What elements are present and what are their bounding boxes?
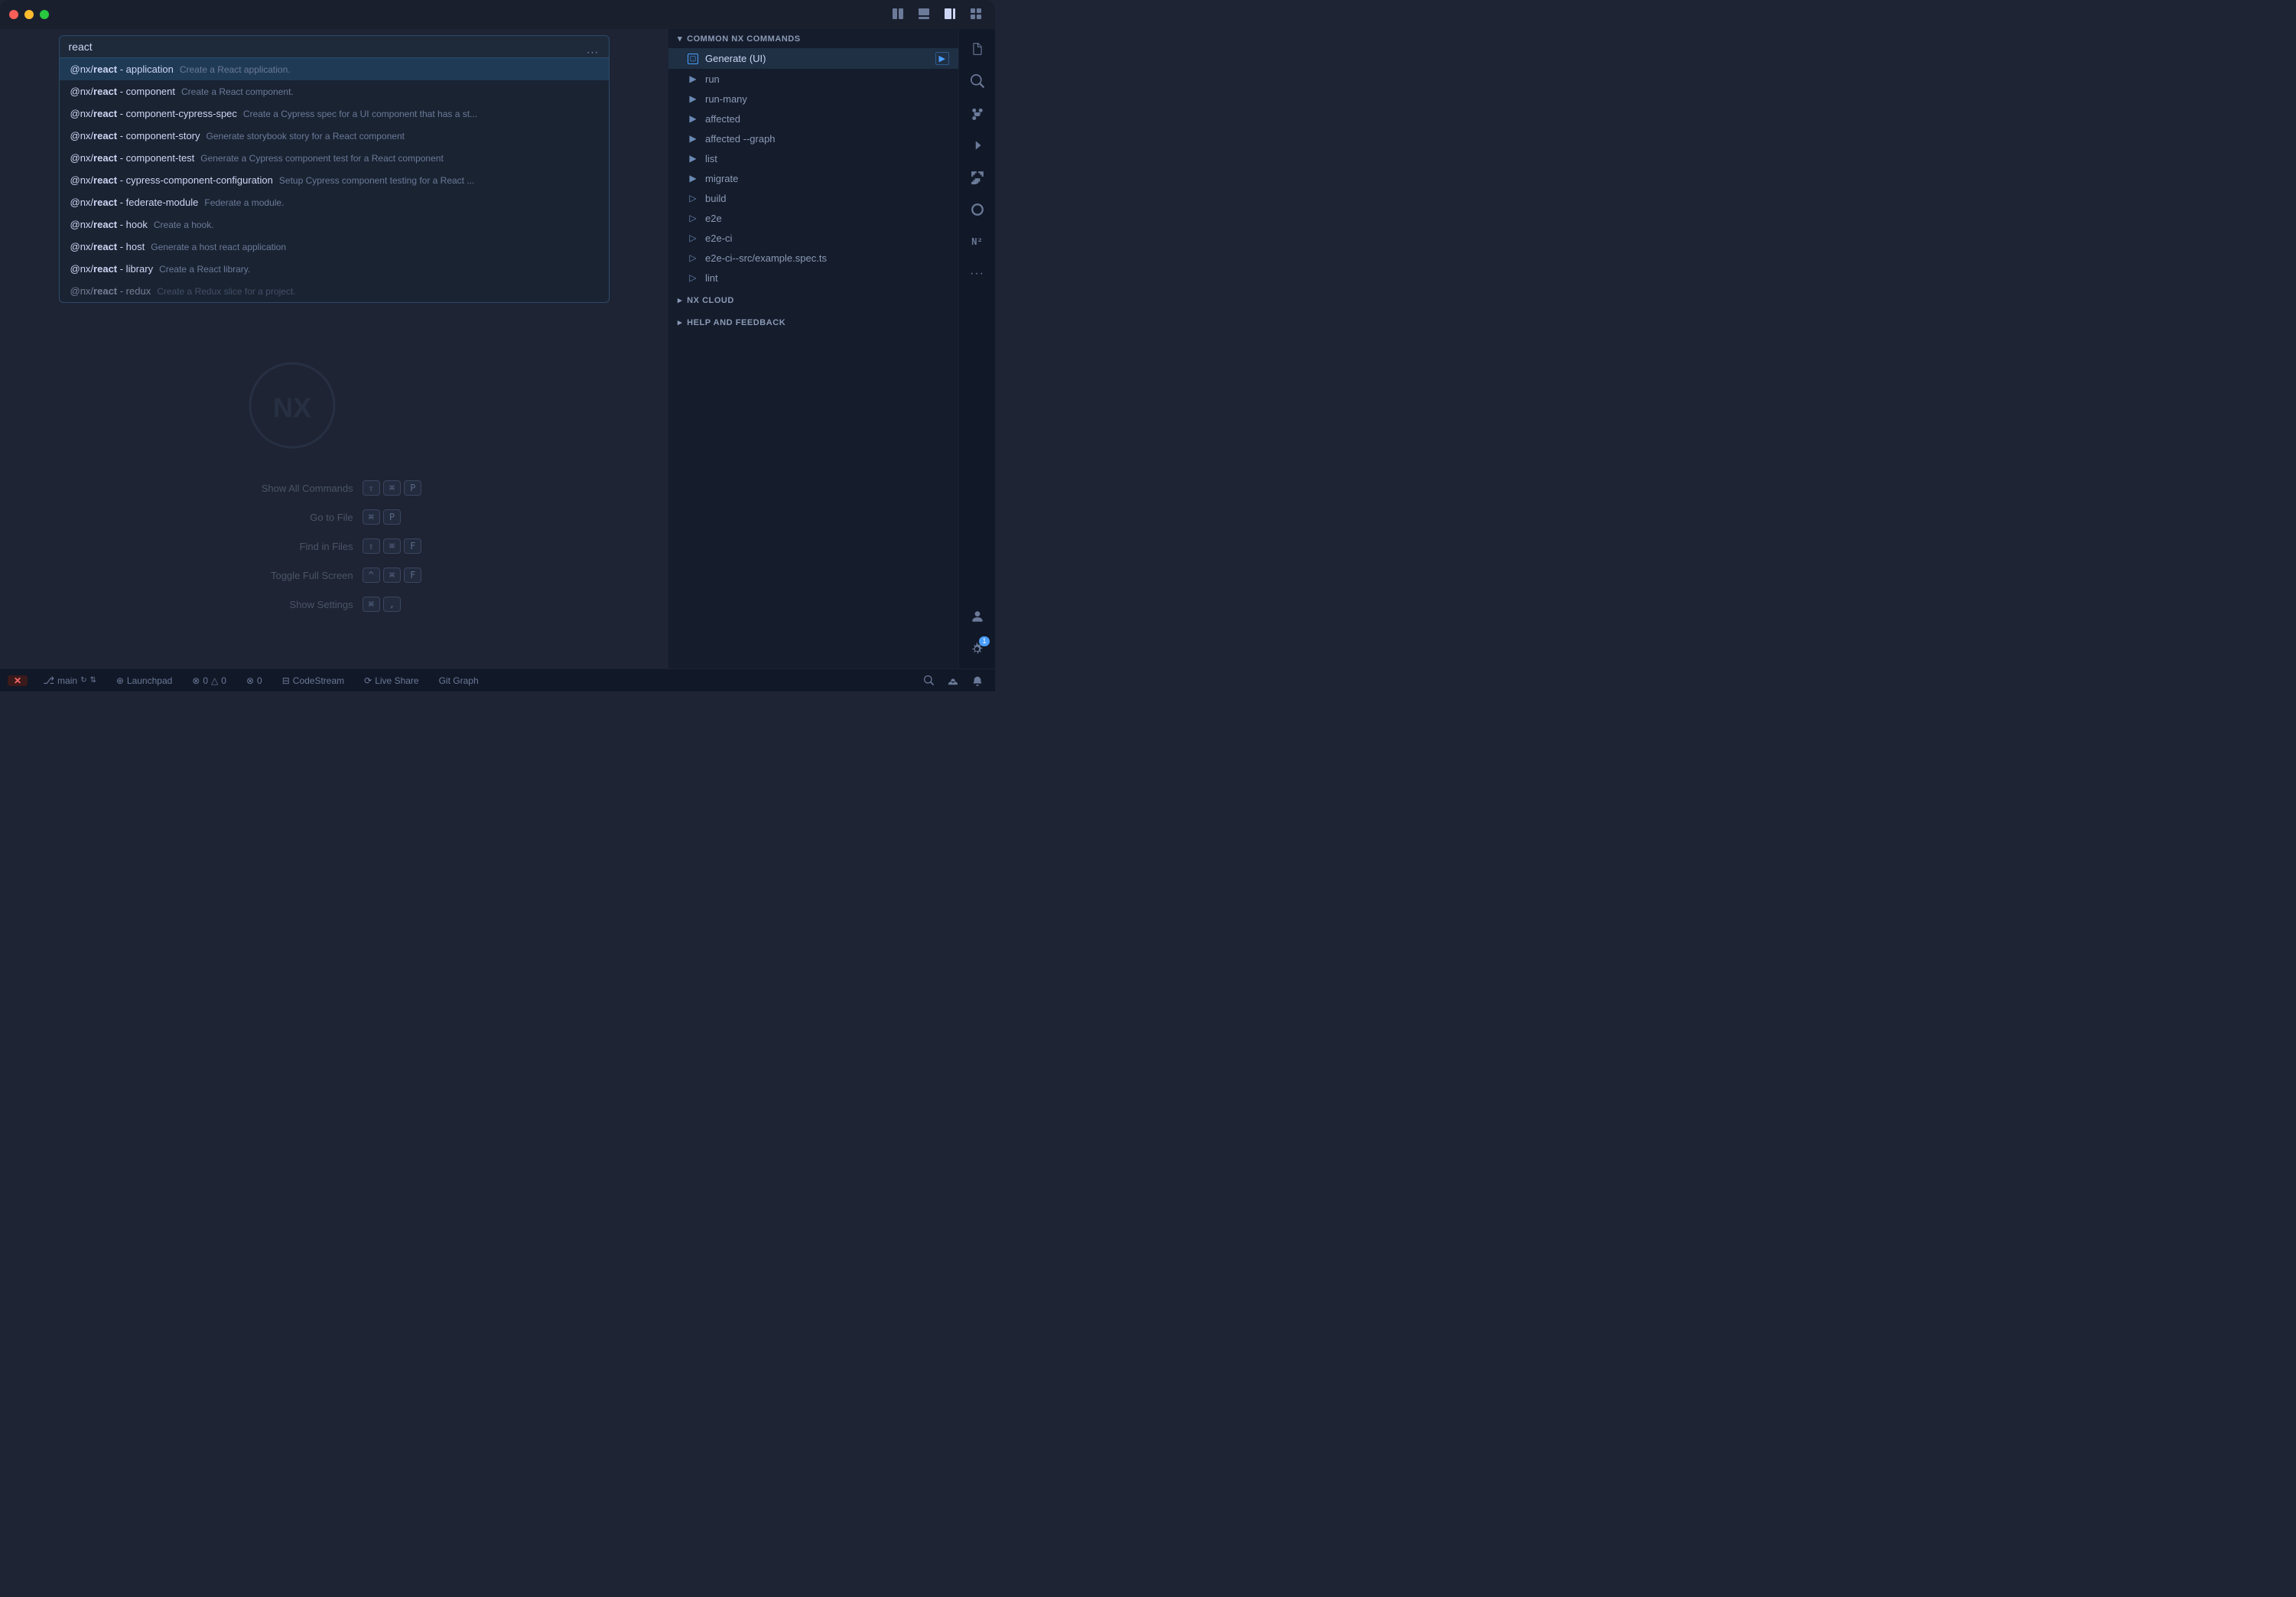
nx-section-common: ▾ COMMON NX COMMANDS ▢ Generate (UI) ▶ ▶…: [668, 29, 958, 288]
status-launchpad[interactable]: ⊕ Launchpad: [112, 674, 177, 688]
command-palette: ··· @nx/react - application Create a Rea…: [0, 29, 668, 668]
status-liveshare[interactable]: ⟳ Live Share: [359, 674, 423, 688]
status-bar: ✕ ⎇ main ↻ ⇅ ⊕ Launchpad ⊗ 0 △ 0 ⊗ 0 ⊟ C…: [0, 668, 995, 691]
status-codestream[interactable]: ⊟ CodeStream: [278, 674, 349, 688]
status-right: [919, 674, 987, 688]
command-palette-input[interactable]: [69, 41, 600, 53]
nx-item-affected-graph[interactable]: ▶ affected --graph: [668, 128, 958, 148]
terminal-icon: ▢: [687, 53, 699, 65]
nx-item-lint[interactable]: ▷ lint: [668, 268, 958, 288]
close-button[interactable]: [9, 10, 18, 19]
activity-bar: N² ··· 1: [958, 29, 995, 668]
files-icon[interactable]: [964, 35, 991, 63]
run-many-icon: ▶: [687, 93, 699, 105]
nx-item-affected[interactable]: ▶ affected: [668, 109, 958, 128]
branch-icon: ⎇: [43, 675, 54, 687]
cp-item-4[interactable]: @nx/react - component-story Generate sto…: [60, 125, 609, 147]
nx-item-list[interactable]: ▶ list: [668, 148, 958, 168]
nx-item-build[interactable]: ▷ build: [668, 188, 958, 208]
remote-icon[interactable]: [964, 196, 991, 223]
nx-section-header-common[interactable]: ▾ COMMON NX COMMANDS: [668, 29, 958, 48]
nx-section-header-help[interactable]: ▸ HELP AND FEEDBACK: [668, 313, 958, 332]
nx-panel-content: ▾ COMMON NX COMMANDS ▢ Generate (UI) ▶ ▶…: [668, 29, 958, 668]
e2e-ci-icon: ▷: [687, 232, 699, 244]
cp-item-2[interactable]: @nx/react - component Create a React com…: [60, 80, 609, 102]
cp-item-6[interactable]: @nx/react - cypress-component-configurat…: [60, 169, 609, 191]
sidebar-right-icon[interactable]: [940, 5, 960, 24]
nx-logo: NX: [246, 359, 338, 451]
status-accounts-icon[interactable]: [943, 674, 963, 688]
list-icon: ▶: [687, 152, 699, 164]
more-activities-icon[interactable]: ···: [964, 260, 991, 288]
nx-item-run[interactable]: ▶ run: [668, 69, 958, 89]
status-branch[interactable]: ⎇ main ↻ ⇅: [38, 673, 101, 688]
nx-section-header-cloud[interactable]: ▸ NX CLOUD: [668, 291, 958, 310]
traffic-lights: [9, 10, 49, 19]
shortcut-go-to-file: Go to File ⌘ P: [246, 509, 401, 525]
shortcut-show-settings: Show Settings ⌘ ,: [246, 597, 401, 612]
nx-item-run-many[interactable]: ▶ run-many: [668, 89, 958, 109]
e2e-icon: ▷: [687, 212, 699, 224]
lint-icon: ▷: [687, 272, 699, 284]
status-errors[interactable]: ⊗ 0 △ 0: [187, 674, 231, 688]
run-icon: ▶: [687, 73, 699, 85]
cp-item-7[interactable]: @nx/react - federate-module Federate a m…: [60, 191, 609, 213]
nx-section-help: ▸ HELP AND FEEDBACK: [668, 313, 958, 332]
cp-item-10[interactable]: @nx/react - library Create a React libra…: [60, 258, 609, 280]
extensions-icon[interactable]: [964, 164, 991, 191]
settings-icon[interactable]: 1: [964, 635, 991, 662]
cp-item-5[interactable]: @nx/react - component-test Generate a Cy…: [60, 147, 609, 169]
nx-item-e2e-ci[interactable]: ▷ e2e-ci: [668, 228, 958, 248]
cp-item-8[interactable]: @nx/react - hook Create a hook.: [60, 213, 609, 236]
cp-item-11[interactable]: @nx/react - redux Create a Redux slice f…: [60, 280, 609, 302]
nx-icon[interactable]: N²: [964, 228, 991, 255]
editor-layout-icon[interactable]: [888, 5, 908, 24]
status-close[interactable]: ✕: [8, 675, 28, 686]
svg-text:NX: NX: [273, 392, 311, 424]
status-notifications-icon[interactable]: [968, 674, 987, 688]
command-palette-input-wrap: [59, 35, 610, 58]
nx-item-e2e-ci-spec[interactable]: ▷ e2e-ci--src/example.spec.ts: [668, 248, 958, 268]
e2e-ci-spec-icon: ▷: [687, 252, 699, 264]
source-control-icon[interactable]: [964, 99, 991, 127]
cp-more-button[interactable]: ···: [587, 46, 599, 60]
affected-icon: ▶: [687, 112, 699, 125]
branch-name: main: [57, 675, 77, 686]
generate-run-icon[interactable]: ▶: [935, 52, 949, 65]
search-icon[interactable]: [964, 67, 991, 95]
cp-results: @nx/react - application Create a React a…: [59, 58, 610, 303]
grid-layout-icon[interactable]: [966, 5, 986, 24]
nx-section-cloud: ▸ NX CLOUD: [668, 291, 958, 310]
status-gitgraph[interactable]: Git Graph: [434, 674, 483, 688]
shortcut-toggle-fullscreen: Toggle Full Screen ^ ⌘ F: [246, 568, 422, 583]
status-search-icon[interactable]: [919, 674, 938, 688]
cp-item-1[interactable]: @nx/react - application Create a React a…: [60, 58, 609, 80]
shortcut-show-all-commands: Show All Commands ⇧ ⌘ P: [246, 480, 422, 496]
build-icon: ▷: [687, 192, 699, 204]
run-debug-icon[interactable]: [964, 132, 991, 159]
main-layout: ··· @nx/react - application Create a Rea…: [0, 29, 995, 668]
editor-area: ··· @nx/react - application Create a Rea…: [0, 29, 668, 668]
cp-item-3[interactable]: @nx/react - component-cypress-spec Creat…: [60, 102, 609, 125]
nx-item-generate[interactable]: ▢ Generate (UI) ▶: [668, 48, 958, 69]
nx-panel: ▾ COMMON NX COMMANDS ▢ Generate (UI) ▶ ▶…: [668, 29, 958, 668]
maximize-button[interactable]: [40, 10, 49, 19]
nx-item-migrate[interactable]: ▶ migrate: [668, 168, 958, 188]
nx-item-e2e[interactable]: ▷ e2e: [668, 208, 958, 228]
cp-item-9[interactable]: @nx/react - host Generate a host react a…: [60, 236, 609, 258]
shortcut-find-in-files: Find in Files ⇧ ⌘ F: [246, 538, 422, 554]
title-bar: [0, 0, 995, 29]
title-bar-controls: [888, 5, 986, 24]
panel-layout-icon[interactable]: [914, 5, 934, 24]
affected-graph-icon: ▶: [687, 132, 699, 145]
status-ports[interactable]: ⊗ 0: [242, 674, 267, 688]
account-icon[interactable]: [964, 603, 991, 630]
migrate-icon: ▶: [687, 172, 699, 184]
minimize-button[interactable]: [24, 10, 34, 19]
